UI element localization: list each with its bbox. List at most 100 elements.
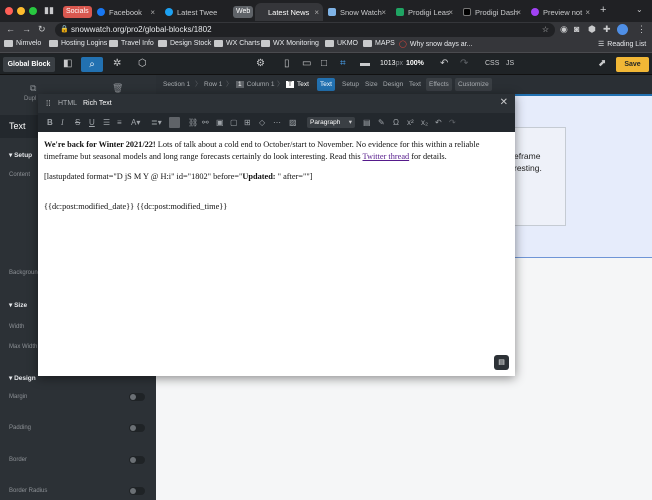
monitor-icon[interactable]: ▬: [360, 58, 370, 70]
bookmark-hosting-logins[interactable]: Hosting Logins: [49, 40, 107, 47]
strikethrough-icon[interactable]: S: [75, 118, 80, 127]
pin-icon[interactable]: ▮▮: [44, 5, 54, 16]
redo-icon[interactable]: ↷: [460, 58, 468, 70]
tab-preview[interactable]: Preview not ×: [526, 3, 594, 21]
numbered-list-icon[interactable]: ≡: [117, 118, 122, 127]
breadcrumb-column[interactable]: 1 Column 1: [236, 75, 274, 94]
camera-icon[interactable]: ◙: [574, 24, 579, 34]
tab-search-icon[interactable]: ⌄: [636, 5, 643, 14]
tab-twitter[interactable]: Latest Twee: [160, 3, 230, 21]
canvas-text-preview[interactable]: eframe resting.: [514, 150, 542, 174]
section-size[interactable]: ▾ Size: [9, 301, 27, 309]
new-tab-icon[interactable]: +: [600, 4, 606, 16]
tab-html[interactable]: HTML: [58, 100, 77, 107]
tab-group-web[interactable]: Web: [233, 6, 254, 18]
border-radius-toggle[interactable]: [129, 487, 145, 495]
unlink-icon[interactable]: ⚯: [202, 118, 209, 127]
tab-prodigi-dash[interactable]: Prodigi Dash ×: [458, 3, 525, 21]
breadcrumb-text[interactable]: T Text: [286, 75, 309, 94]
close-tab-icon[interactable]: ×: [150, 8, 155, 17]
css-button[interactable]: CSS: [485, 60, 499, 67]
bookmark-ukmo[interactable]: UKMO: [325, 40, 358, 47]
twitter-thread-link[interactable]: Twitter thread: [363, 152, 410, 161]
extensions-puzzle-icon[interactable]: ✚: [603, 24, 611, 35]
align-icon[interactable]: ≣▾: [151, 118, 162, 127]
tab-facebook[interactable]: Facebook ×: [92, 3, 159, 21]
redo-icon[interactable]: ↷: [449, 118, 456, 127]
tab-customize[interactable]: Customize: [455, 78, 492, 91]
undo-icon[interactable]: ↶: [440, 58, 448, 70]
profile-avatar[interactable]: [617, 24, 628, 35]
layout-toggle-icon[interactable]: ◧: [63, 58, 72, 70]
close-window-icon[interactable]: [5, 7, 13, 15]
code-view-icon[interactable]: ⚙: [256, 58, 265, 70]
subscript-icon[interactable]: x²: [407, 118, 414, 127]
code-icon[interactable]: ◇: [259, 118, 265, 127]
global-block-button[interactable]: Global Block: [3, 57, 55, 72]
tab-rich-text[interactable]: Rich Text: [83, 100, 112, 107]
tab-prodigi-leas[interactable]: Prodigi Leas ×: [391, 3, 457, 21]
settings-gear-icon[interactable]: ✲: [113, 58, 121, 70]
paste-text-icon[interactable]: ✎: [378, 118, 385, 127]
drag-handle-icon[interactable]: ⁞⁞: [46, 99, 50, 108]
back-icon[interactable]: ←: [6, 24, 15, 34]
table-icon[interactable]: ⊞: [244, 118, 251, 127]
border-toggle[interactable]: [129, 456, 145, 464]
global-styles-icon[interactable]: ⬡: [138, 58, 147, 70]
breakpoint-crop-icon[interactable]: ⌗: [340, 58, 346, 70]
zoom-level[interactable]: 100%: [406, 60, 424, 67]
forward-icon[interactable]: →: [22, 24, 31, 34]
duplicate-label[interactable]: Dupl: [24, 96, 36, 102]
close-tab-icon[interactable]: ×: [448, 8, 453, 17]
address-bar[interactable]: 🔒 snowwatch.org/pro2/global-blocks/1802 …: [55, 23, 555, 37]
open-external-icon[interactable]: ⬈: [598, 58, 606, 70]
close-tab-icon[interactable]: ×: [585, 8, 590, 17]
delete-icon[interactable]: 🗑: [112, 83, 123, 94]
breadcrumb-section[interactable]: Section 1: [163, 75, 190, 94]
undo-icon[interactable]: ↶: [435, 118, 442, 127]
clear-format-icon[interactable]: ▤: [363, 118, 371, 127]
minimize-window-icon[interactable]: [17, 7, 25, 15]
reading-list-button[interactable]: ☰ Reading List: [598, 40, 646, 49]
bookmark-design-stock[interactable]: Design Stock: [158, 40, 211, 47]
breakpoint-width-value[interactable]: 1013px: [380, 60, 403, 67]
bookmark-travel-info[interactable]: Travel Info: [109, 40, 154, 47]
save-button[interactable]: Save: [616, 57, 649, 72]
close-icon[interactable]: ✕: [500, 97, 508, 108]
extension-icon[interactable]: ◉: [560, 24, 568, 35]
device-tablet-icon[interactable]: ▭: [302, 58, 311, 70]
extension-icon[interactable]: ⬢: [588, 24, 596, 35]
js-button[interactable]: JS: [506, 60, 514, 67]
duplicate-icon[interactable]: ⧉: [30, 83, 36, 94]
padding-toggle[interactable]: [129, 424, 145, 432]
fullscreen-icon[interactable]: ▨: [289, 118, 297, 127]
bookmark-snow-days[interactable]: ◯ Why snow days ar...: [399, 40, 472, 49]
tab-latest-news[interactable]: Latest News ×: [255, 3, 323, 21]
search-icon[interactable]: ⌕: [81, 57, 103, 72]
text-color-icon[interactable]: A▾: [131, 118, 140, 127]
close-tab-icon[interactable]: ×: [381, 8, 386, 17]
bookmark-wx-monitoring[interactable]: WX Monitoring: [261, 40, 319, 47]
tab-effects[interactable]: Effects: [426, 78, 452, 91]
bullet-list-icon[interactable]: ☰: [103, 118, 110, 127]
bookmark-wx-charts[interactable]: WX Charts: [214, 40, 260, 47]
special-char-icon[interactable]: Ω: [393, 118, 399, 127]
bookmark-maps[interactable]: MAPS: [363, 40, 395, 47]
breadcrumb-row[interactable]: Row 1: [204, 75, 222, 94]
tab-size[interactable]: Size: [362, 78, 381, 91]
media-icon[interactable]: ▢: [230, 118, 238, 127]
tab-setup[interactable]: Setup: [339, 78, 362, 91]
blockquote-icon[interactable]: [169, 117, 180, 128]
margin-toggle[interactable]: [129, 393, 145, 401]
tab-group-socials[interactable]: Socials: [63, 6, 92, 18]
bookmark-star-icon[interactable]: ☆: [542, 23, 549, 37]
underline-icon[interactable]: U: [89, 118, 95, 127]
dynamic-content-icon[interactable]: ▤: [494, 355, 509, 370]
close-tab-icon[interactable]: ×: [516, 8, 521, 17]
link-icon[interactable]: ⛓: [188, 118, 198, 127]
paragraph-format-select[interactable]: Paragraph ▾: [307, 117, 355, 128]
column-outline[interactable]: [514, 127, 566, 226]
section-design[interactable]: ▾ Design: [9, 374, 36, 382]
reload-icon[interactable]: ↻: [38, 24, 46, 35]
close-tab-icon[interactable]: ×: [314, 8, 319, 17]
